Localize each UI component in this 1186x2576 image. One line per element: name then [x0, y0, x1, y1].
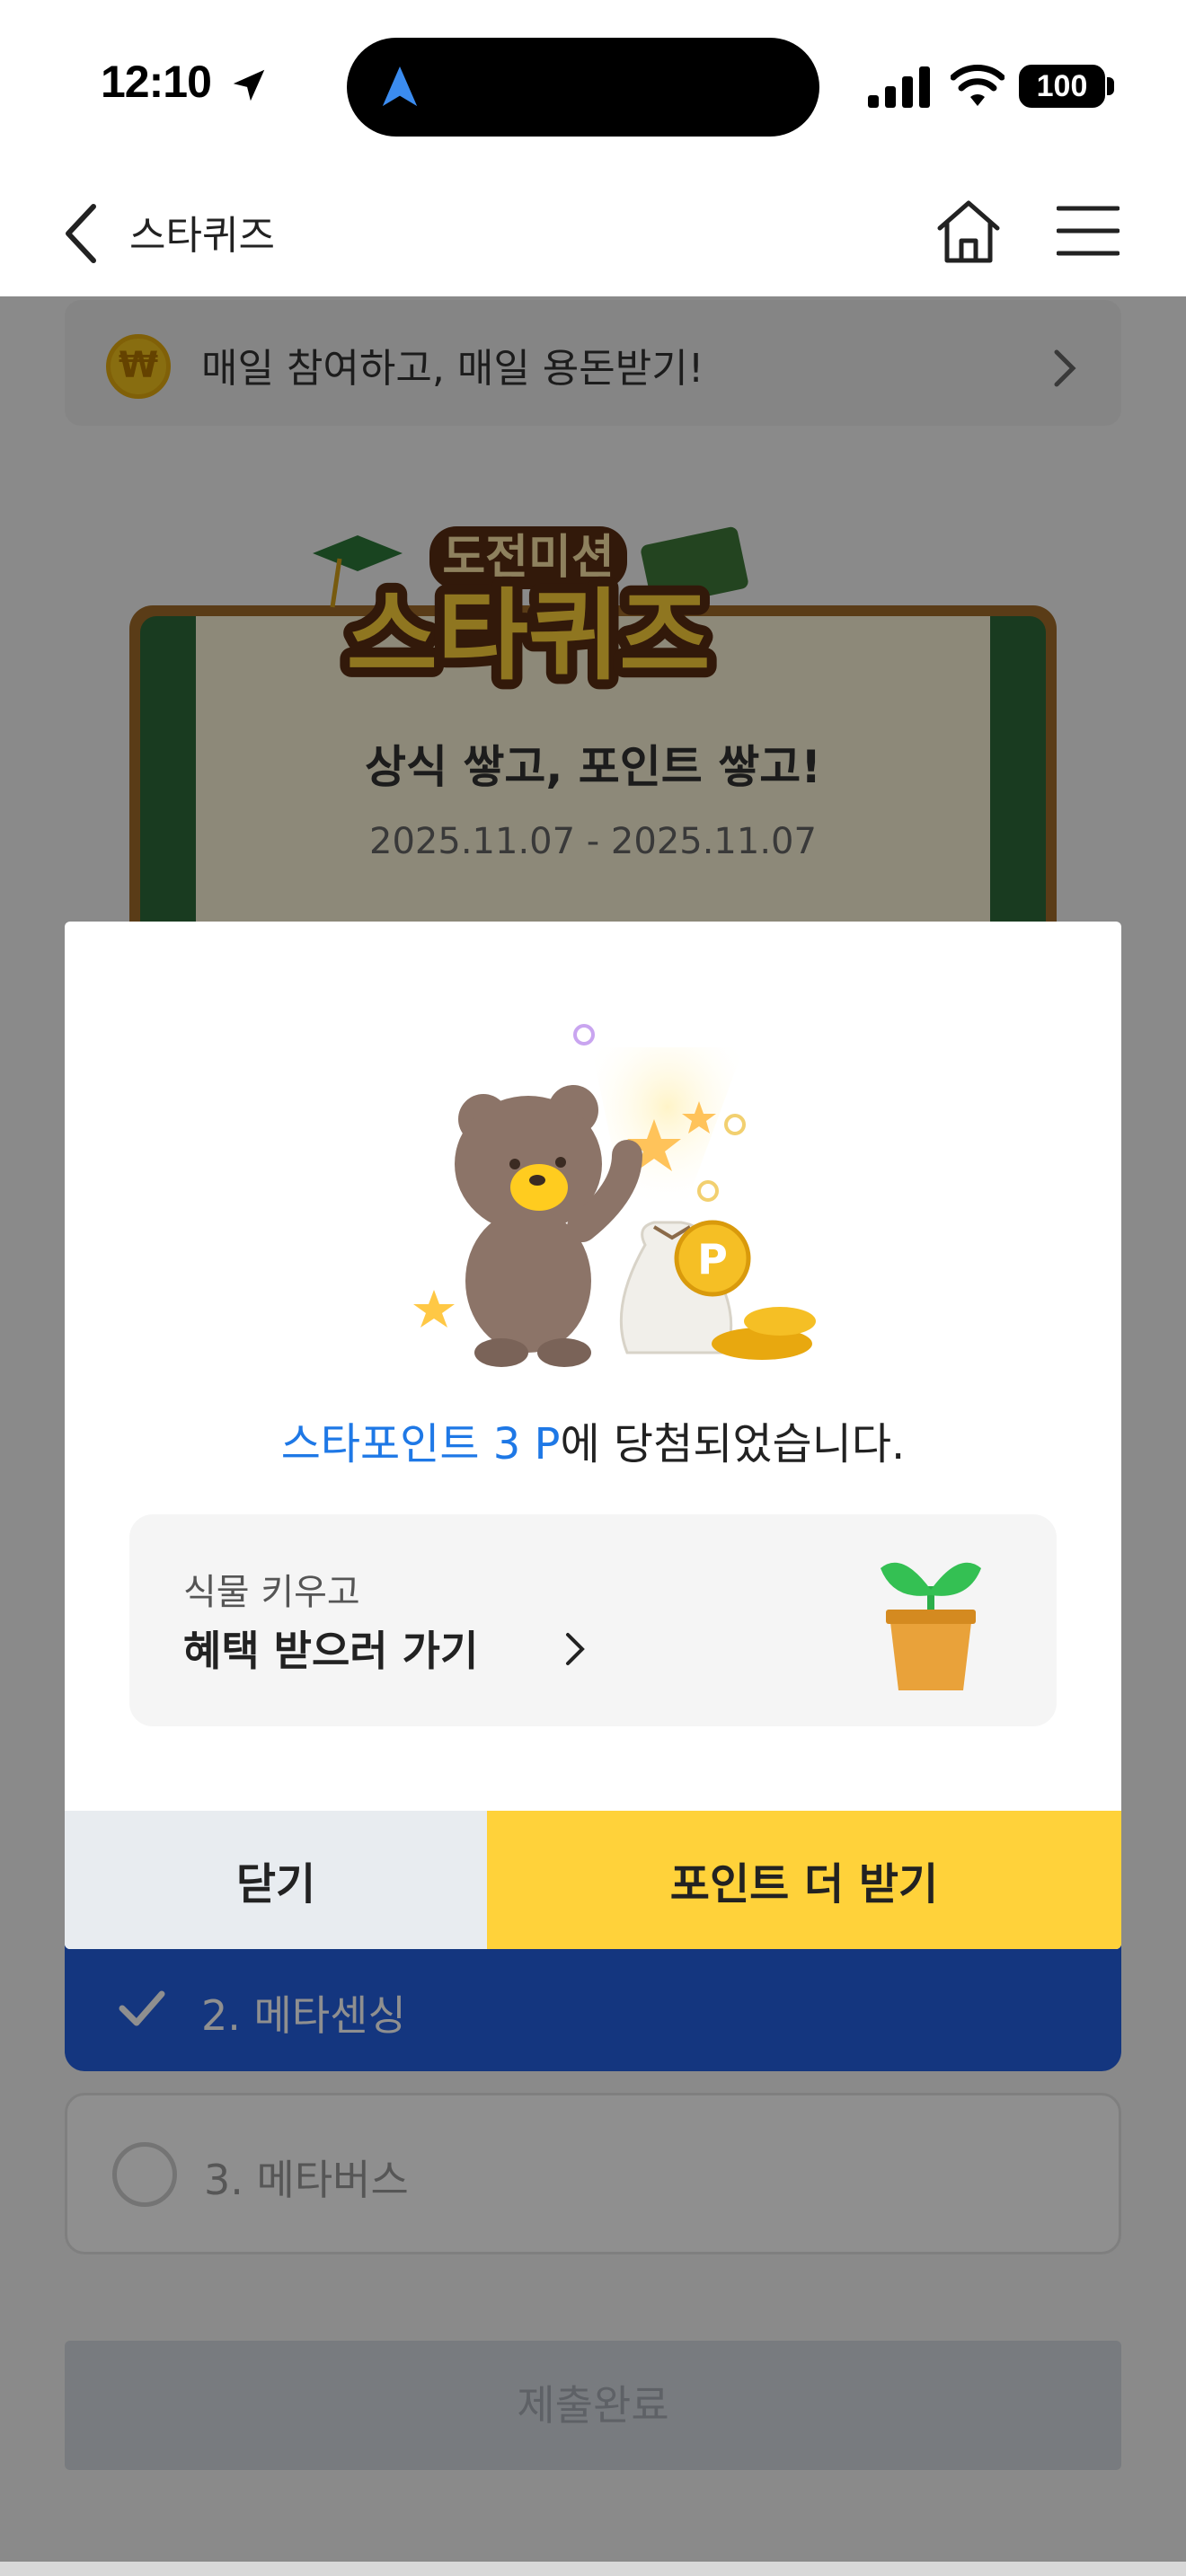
win-highlight: 스타포인트 3 P	[280, 1419, 561, 1469]
reward-illustration: P	[413, 1024, 816, 1367]
signal-icon	[868, 66, 930, 108]
back-icon[interactable]	[61, 201, 101, 266]
more-points-button[interactable]: 포인트 더 받기	[487, 1811, 1121, 1949]
svg-text:P: P	[697, 1235, 728, 1284]
plant-benefit-card[interactable]: 식물 키우고 혜택 받으러 가기	[129, 1514, 1057, 1726]
battery-cap	[1107, 77, 1114, 95]
win-rest: 에 당첨되었습니다.	[560, 1419, 906, 1469]
location-arrow-icon	[233, 69, 265, 101]
wifi-icon	[951, 65, 1005, 106]
page-title: 스타퀴즈	[129, 213, 275, 259]
win-message: 스타포인트 3 P에 당첨되었습니다.	[65, 1408, 1121, 1471]
navigation-icon	[382, 66, 418, 107]
close-button[interactable]: 닫기	[65, 1811, 487, 1949]
status-bar: 12:10 100	[0, 0, 1186, 171]
benefit-title: 혜택 받으러 가기	[183, 1627, 479, 1675]
home-icon[interactable]	[934, 198, 1003, 266]
home-indicator	[0, 2562, 1186, 2576]
nav-bar: 스타퀴즈	[0, 171, 1186, 296]
plant-icon	[881, 1562, 981, 1690]
menu-icon[interactable]	[1057, 203, 1120, 259]
reward-modal: P 스타포인트 3 P에 당첨되었습니다. 식물 키우고 혜택 받으러 가기 닫…	[65, 922, 1121, 1949]
status-time: 12:10	[101, 57, 212, 107]
battery-indicator: 100	[1019, 65, 1105, 108]
dynamic-island	[347, 38, 819, 137]
benefit-subtitle: 식물 키우고	[183, 1572, 360, 1613]
chevron-right-icon	[566, 1633, 585, 1665]
